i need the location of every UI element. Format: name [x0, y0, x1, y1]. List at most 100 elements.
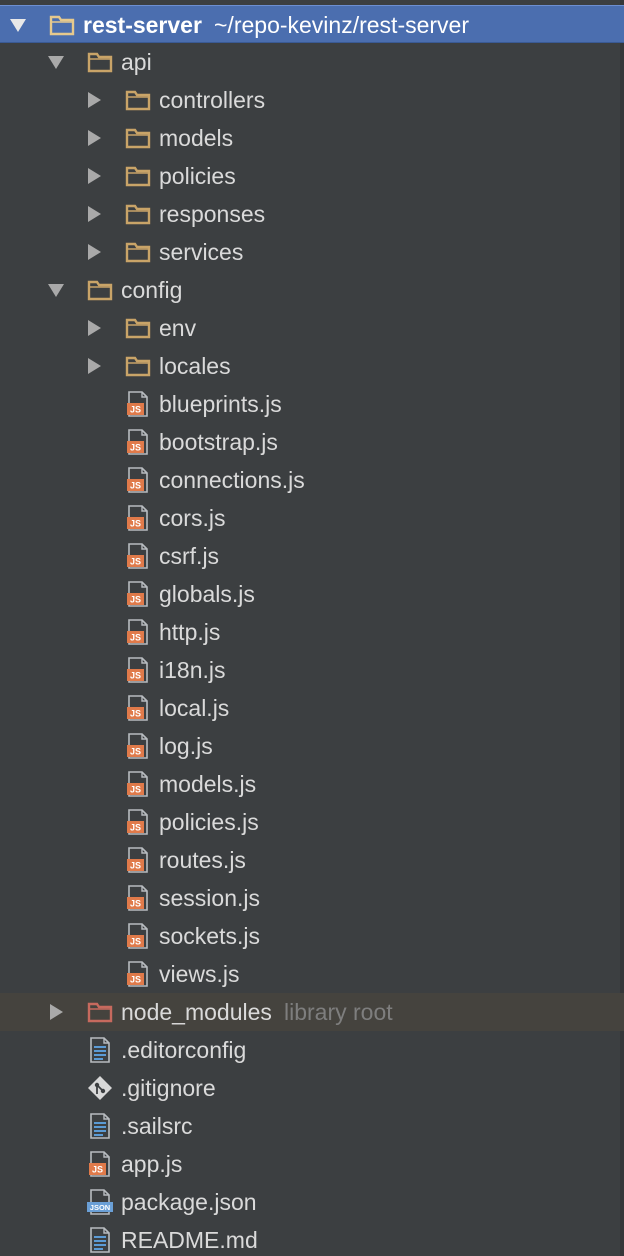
- tree-row-env[interactable]: env: [0, 309, 624, 347]
- javascript-file-icon: JS: [125, 885, 151, 911]
- tree-row-routes-js[interactable]: JS routes.js: [0, 841, 624, 879]
- tree-row-node-modules[interactable]: node_modules library root: [0, 993, 624, 1031]
- svg-text:JS: JS: [130, 405, 141, 415]
- javascript-file-icon: JS: [125, 581, 151, 607]
- tree-item-label: locales: [159, 353, 231, 379]
- svg-text:JS: JS: [130, 899, 141, 909]
- folder-icon: [87, 277, 113, 303]
- tree-row-blueprints-js[interactable]: JS blueprints.js: [0, 385, 624, 423]
- svg-text:JS: JS: [130, 633, 141, 643]
- collapsed-arrow-icon[interactable]: [88, 130, 102, 146]
- svg-text:JS: JS: [130, 937, 141, 947]
- tree-item-label: config: [121, 277, 183, 303]
- json-file-icon: JSON: [87, 1189, 113, 1215]
- tree-row-config[interactable]: config: [0, 271, 624, 309]
- javascript-file-icon: JS: [125, 695, 151, 721]
- javascript-file-icon: JS: [125, 923, 151, 949]
- tree-row-controllers[interactable]: controllers: [0, 81, 624, 119]
- text-file-icon: [87, 1037, 113, 1063]
- tree-item-label: cors.js: [159, 505, 226, 531]
- svg-text:JS: JS: [130, 785, 141, 795]
- svg-text:JS: JS: [130, 557, 141, 567]
- tree-item-label: csrf.js: [159, 543, 220, 569]
- expanded-arrow-icon[interactable]: [10, 19, 26, 35]
- svg-text:JS: JS: [130, 519, 141, 529]
- tree-item-label: package.json: [121, 1189, 257, 1215]
- svg-text:JS: JS: [130, 709, 141, 719]
- tree-row-app-js[interactable]: JS app.js: [0, 1145, 624, 1183]
- javascript-file-icon: JS: [125, 809, 151, 835]
- project-tree: rest-server ~/repo-kevinz/rest-server api c…: [0, 0, 624, 1256]
- svg-text:JS: JS: [130, 823, 141, 833]
- tree-row-sockets-js[interactable]: JS sockets.js: [0, 917, 624, 955]
- tree-row-local-js[interactable]: JS local.js: [0, 689, 624, 727]
- tree-item-label: models: [159, 125, 234, 151]
- javascript-file-icon: JS: [125, 391, 151, 417]
- tree-row-editorconfig[interactable]: .editorconfig: [0, 1031, 624, 1069]
- tree-item-label: .editorconfig: [121, 1037, 247, 1063]
- tree-row-bootstrap-js[interactable]: JS bootstrap.js: [0, 423, 624, 461]
- tree-row-session-js[interactable]: JS session.js: [0, 879, 624, 917]
- collapsed-arrow-icon[interactable]: [88, 244, 102, 260]
- tree-row-package-json[interactable]: JSON package.json: [0, 1183, 624, 1221]
- collapsed-arrow-icon[interactable]: [88, 320, 102, 336]
- library-root-label: library root: [284, 999, 393, 1025]
- expanded-arrow-icon[interactable]: [48, 284, 64, 300]
- tree-item-label: node_modules: [121, 999, 272, 1025]
- javascript-file-icon: JS: [125, 961, 151, 987]
- svg-text:JSON: JSON: [90, 1203, 110, 1212]
- tree-row-models-js[interactable]: JS models.js: [0, 765, 624, 803]
- tree-item-label: http.js: [159, 619, 221, 645]
- svg-text:JS: JS: [92, 1165, 103, 1175]
- tree-row-locales[interactable]: locales: [0, 347, 624, 385]
- collapsed-arrow-icon[interactable]: [88, 92, 102, 108]
- javascript-file-icon: JS: [125, 467, 151, 493]
- javascript-file-icon: JS: [125, 847, 151, 873]
- tree-item-label: README.md: [121, 1227, 258, 1253]
- collapsed-arrow-icon[interactable]: [88, 168, 102, 184]
- tree-row-gitignore[interactable]: .gitignore: [0, 1069, 624, 1107]
- svg-text:JS: JS: [130, 747, 141, 757]
- folder-icon: [49, 12, 75, 38]
- svg-text:JS: JS: [130, 595, 141, 605]
- tree-row-models[interactable]: models: [0, 119, 624, 157]
- tree-row-sailsrc[interactable]: .sailsrc: [0, 1107, 624, 1145]
- tree-row-cors-js[interactable]: JS cors.js: [0, 499, 624, 537]
- tree-row-api[interactable]: api: [0, 43, 624, 81]
- excluded-folder-icon: [87, 999, 113, 1025]
- collapsed-arrow-icon[interactable]: [50, 1004, 64, 1020]
- javascript-file-icon: JS: [87, 1151, 113, 1177]
- folder-icon: [87, 49, 113, 75]
- tree-item-label: rest-server: [83, 12, 202, 38]
- javascript-file-icon: JS: [125, 543, 151, 569]
- tree-item-label: bootstrap.js: [159, 429, 278, 455]
- tree-row-csrf-js[interactable]: JS csrf.js: [0, 537, 624, 575]
- expanded-arrow-icon[interactable]: [48, 56, 64, 72]
- tree-row-http-js[interactable]: JS http.js: [0, 613, 624, 651]
- folder-icon: [125, 125, 151, 151]
- javascript-file-icon: JS: [125, 657, 151, 683]
- svg-text:JS: JS: [130, 671, 141, 681]
- tree-row-rest-server[interactable]: rest-server ~/repo-kevinz/rest-server: [0, 5, 624, 43]
- tree-item-label: globals.js: [159, 581, 255, 607]
- tree-row-globals-js[interactable]: JS globals.js: [0, 575, 624, 613]
- tree-item-label: log.js: [159, 733, 213, 759]
- tree-row-policies[interactable]: policies: [0, 157, 624, 195]
- svg-text:JS: JS: [130, 861, 141, 871]
- tree-row-i18n-js[interactable]: JS i18n.js: [0, 651, 624, 689]
- tree-row-connections-js[interactable]: JS connections.js: [0, 461, 624, 499]
- tree-row-policies-js[interactable]: JS policies.js: [0, 803, 624, 841]
- collapsed-arrow-icon[interactable]: [88, 358, 102, 374]
- tree-row-responses[interactable]: responses: [0, 195, 624, 233]
- javascript-file-icon: JS: [125, 505, 151, 531]
- collapsed-arrow-icon[interactable]: [88, 206, 102, 222]
- tree-row-services[interactable]: services: [0, 233, 624, 271]
- tree-item-label: routes.js: [159, 847, 246, 873]
- tree-row-views-js[interactable]: JS views.js: [0, 955, 624, 993]
- tree-row-readme-md[interactable]: README.md: [0, 1221, 624, 1256]
- tree-item-label: views.js: [159, 961, 240, 987]
- tree-item-label: policies.js: [159, 809, 259, 835]
- text-file-icon: [87, 1113, 113, 1139]
- tree-item-label: policies: [159, 163, 236, 189]
- tree-row-log-js[interactable]: JS log.js: [0, 727, 624, 765]
